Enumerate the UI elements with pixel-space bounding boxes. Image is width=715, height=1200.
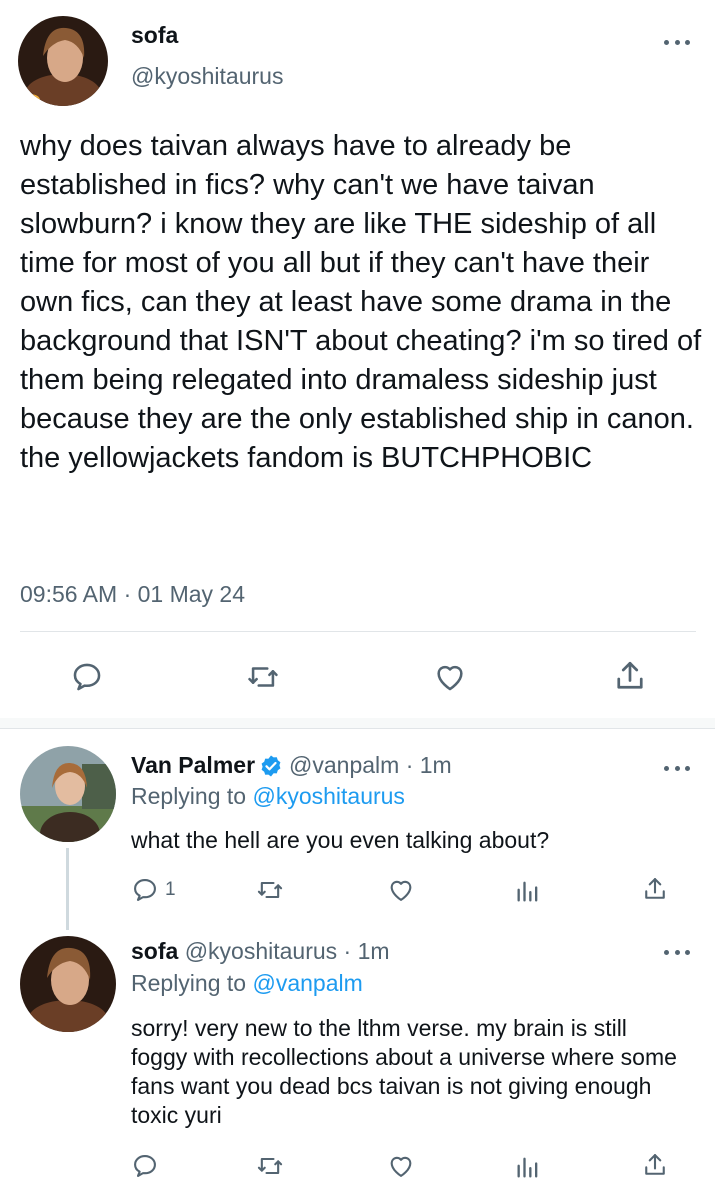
tweet-body: why does taivan always have to already b…	[20, 130, 702, 474]
reply-icon[interactable]	[70, 660, 104, 694]
like-icon[interactable]	[386, 1152, 416, 1180]
share-icon[interactable]	[641, 1151, 669, 1179]
replying-to-label: Replying to	[131, 970, 247, 996]
reply-body: what the hell are you even talking about…	[131, 827, 550, 853]
more-options-icon[interactable]	[664, 948, 690, 956]
like-icon[interactable]	[432, 660, 468, 694]
retweet-icon[interactable]	[245, 660, 281, 694]
reply-icon[interactable]	[131, 1152, 159, 1180]
replying-to-label: Replying to	[131, 783, 247, 809]
share-icon[interactable]	[612, 658, 648, 694]
reply-header: Van Palmer @vanpalm · 1m	[131, 752, 452, 779]
more-options-icon[interactable]	[664, 38, 690, 46]
avatar[interactable]	[18, 16, 108, 106]
author-handle-time[interactable]: @vanpalm · 1m	[289, 752, 452, 779]
author-name[interactable]: Van Palmer	[131, 752, 255, 779]
tweet-timestamp: 09:56 AM · 01 May 24	[20, 581, 246, 607]
author-handle-time[interactable]: @kyoshitaurus · 1m	[185, 938, 390, 964]
divider	[20, 631, 696, 632]
reply-header: sofa @kyoshitaurus · 1m	[131, 938, 390, 965]
share-icon[interactable]	[641, 875, 669, 903]
retweet-icon[interactable]	[255, 1152, 285, 1180]
replying-to-line: Replying to @vanpalm	[131, 970, 363, 997]
replying-to-handle[interactable]: @kyoshitaurus	[252, 783, 404, 809]
replying-to-line: Replying to @kyoshitaurus	[131, 783, 405, 810]
analytics-icon[interactable]	[514, 877, 542, 905]
reply-body: sorry! very new to the lthm verse. my br…	[131, 1015, 677, 1128]
like-icon[interactable]	[386, 876, 416, 904]
author-name[interactable]: sofa	[131, 22, 178, 49]
avatar[interactable]	[20, 936, 116, 1032]
section-divider	[0, 718, 715, 728]
divider	[0, 728, 715, 729]
reply-action[interactable]: 1	[131, 876, 176, 904]
reply-count: 1	[165, 879, 176, 900]
replying-to-handle[interactable]: @vanpalm	[252, 970, 362, 996]
verified-badge-icon	[259, 754, 283, 778]
thread-line	[66, 848, 69, 930]
more-options-icon[interactable]	[664, 764, 690, 772]
retweet-icon[interactable]	[255, 876, 285, 904]
author-handle[interactable]: @kyoshitaurus	[131, 63, 283, 90]
reply-icon[interactable]	[131, 876, 159, 904]
author-name[interactable]: sofa	[131, 938, 178, 964]
analytics-icon[interactable]	[514, 1153, 542, 1181]
avatar[interactable]	[20, 746, 116, 842]
